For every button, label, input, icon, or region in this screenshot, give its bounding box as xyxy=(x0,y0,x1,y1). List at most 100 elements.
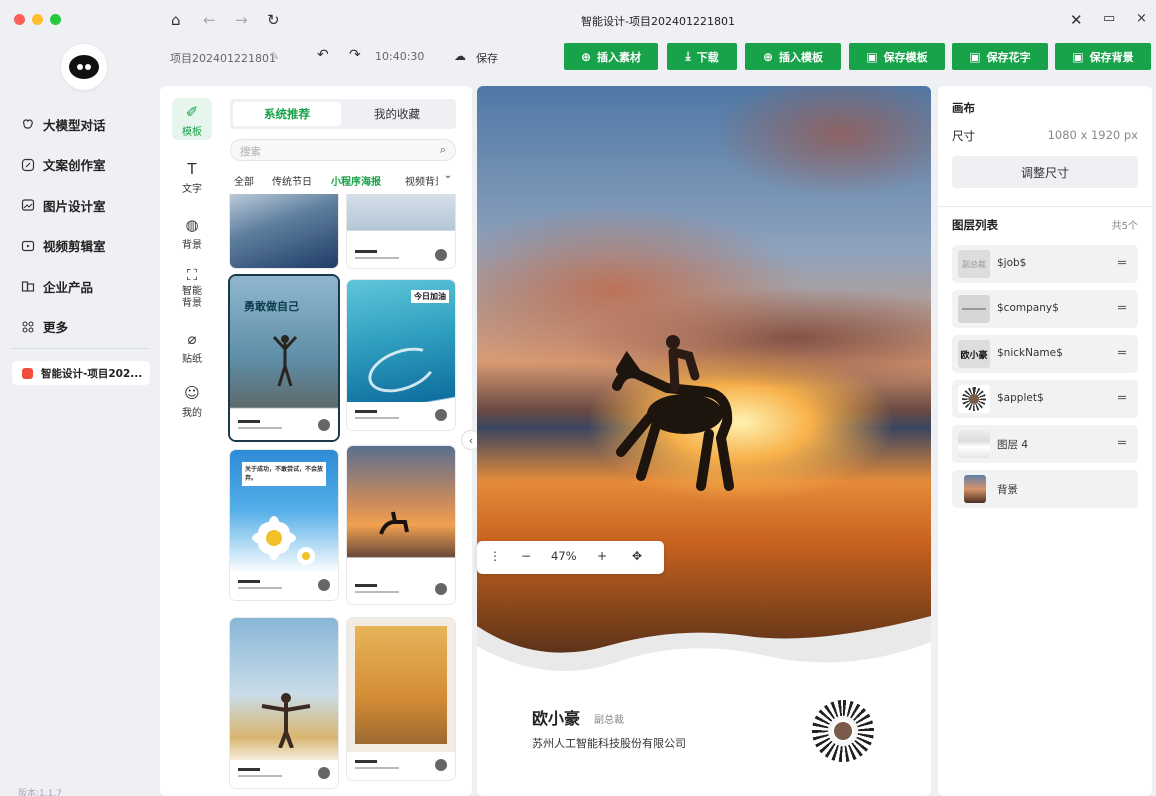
category-festival[interactable]: 传统节日 xyxy=(272,173,312,188)
rail-item-smart-background[interactable]: ⛶ 智能背景 xyxy=(172,266,212,310)
sidebar-item-more[interactable]: 更多 xyxy=(0,307,160,348)
layer-thumbnail xyxy=(958,295,990,323)
download-button[interactable]: ⤓ 下载 xyxy=(667,43,737,70)
smart-scan-icon: ⛶ xyxy=(186,266,198,284)
brain-icon xyxy=(20,116,36,132)
layer-name: $applet$ xyxy=(997,392,1044,404)
window-title: 智能设计-项目202401221801 xyxy=(581,15,735,28)
sidebar-item-label: 文案创作室 xyxy=(43,158,106,174)
horse-rider-silhouette xyxy=(612,335,734,491)
sidebar-item-products[interactable]: 企业产品 xyxy=(0,266,160,307)
close-window-button[interactable] xyxy=(14,14,25,25)
drag-handle-icon[interactable]: ═ xyxy=(1118,391,1126,406)
minimize-window-button[interactable] xyxy=(32,14,43,25)
category-miniprogram-poster[interactable]: 小程序海报 xyxy=(331,173,381,188)
sidebar-item-llm-chat[interactable]: 大模型对话 xyxy=(0,104,160,145)
drag-handle-icon[interactable]: ═ xyxy=(1118,436,1126,451)
template-grid: 勇敢做自己 今日加油 关于成功，不敢尝试，不会放弃。 xyxy=(228,194,472,796)
rail-item-sticker[interactable]: ⌀ 贴纸 xyxy=(172,330,212,365)
project-tab-label: 智能设计-项目202... xyxy=(41,367,143,380)
layer-name: 图层 4 xyxy=(997,439,1029,451)
window-mode-icon[interactable]: ▭ xyxy=(1103,11,1115,26)
template-card[interactable] xyxy=(230,194,338,268)
tools-icon[interactable]: ✕ xyxy=(1070,11,1083,29)
poster-company[interactable]: 苏州人工智能科技股份有限公司 xyxy=(532,735,686,751)
rail-item-background[interactable]: ◍ 背景 xyxy=(172,216,212,251)
sidebar-item-video-edit[interactable]: 视频剪辑室 xyxy=(0,226,160,267)
template-card[interactable]: 勇敢做自己 xyxy=(230,276,338,440)
title-bar: ⌂ ← → ↻ 智能设计-项目202401221801 ✕ ▭ × xyxy=(160,0,1156,38)
layer-item[interactable]: 背景 xyxy=(952,470,1138,508)
template-card[interactable]: 关于成功，不敢尝试，不会放弃。 xyxy=(230,450,338,600)
user-circle-icon: ☺ xyxy=(184,384,200,402)
sidebar-nav: 大模型对话 文案创作室 图片设计室 视频剪辑室 企业产品 更多 xyxy=(0,104,160,347)
drag-handle-icon[interactable]: ═ xyxy=(1118,346,1126,361)
design-canvas[interactable]: 欧小豪 副总裁 苏州人工智能科技股份有限公司 xyxy=(477,86,931,796)
layer-item[interactable]: 欧小豪 $nickName$ ═ xyxy=(952,335,1138,373)
template-card[interactable] xyxy=(347,618,455,780)
rename-pencil-icon[interactable]: ✎ xyxy=(270,50,279,63)
layer-name: $company$ xyxy=(997,302,1059,314)
zoom-controls: ⋮ − 47% + ✥ xyxy=(477,541,664,574)
maximize-window-button[interactable] xyxy=(50,14,61,25)
window-controls xyxy=(14,14,61,25)
template-card[interactable] xyxy=(347,446,455,604)
save-disk-icon: ▣ xyxy=(969,49,981,64)
poster-qr-code[interactable] xyxy=(812,700,874,762)
download-icon: ⤓ xyxy=(685,49,691,63)
tab-system-recommended[interactable]: 系统推荐 xyxy=(233,102,341,126)
sidebar-item-image-design[interactable]: 图片设计室 xyxy=(0,185,160,226)
sidebar-item-label: 更多 xyxy=(43,320,69,336)
tab-my-favorites[interactable]: 我的收藏 xyxy=(343,102,451,126)
rail-item-text[interactable]: T 文字 xyxy=(172,160,212,195)
save-template-button[interactable]: ▣ 保存模板 xyxy=(849,43,945,70)
template-card[interactable] xyxy=(347,194,455,268)
rail-item-mine[interactable]: ☺ 我的 xyxy=(172,384,212,419)
drag-handle-icon[interactable]: ═ xyxy=(1118,256,1126,271)
move-arrows-icon[interactable]: ✥ xyxy=(632,549,642,563)
category-filter: 全部 传统节日 小程序海报 视频背景 xyxy=(234,172,458,190)
props-divider xyxy=(938,206,1152,207)
poster-background-photo[interactable] xyxy=(477,86,931,686)
sidebar-item-copywriting[interactable]: 文案创作室 xyxy=(0,145,160,186)
redo-icon[interactable]: ↷ xyxy=(349,47,361,63)
zoom-level: 47% xyxy=(551,549,577,563)
template-panel: ✐ 模板 T 文字 ◍ 背景 ⛶ 智能背景 ⌀ 贴纸 ☺ 我的 系统推荐 我的收藏 搜索 xyxy=(160,86,472,796)
close-icon[interactable]: × xyxy=(1136,11,1147,26)
save-background-button[interactable]: ▣ 保存背景 xyxy=(1055,43,1151,70)
layer-item[interactable]: 副总裁 $job$ ═ xyxy=(952,245,1138,283)
resize-button[interactable]: 调整尺寸 xyxy=(952,156,1138,188)
save-button[interactable]: 保存 xyxy=(476,50,498,66)
insert-template-button[interactable]: ⊕ 插入模板 xyxy=(745,43,841,70)
project-name[interactable]: 项目202401221801 xyxy=(170,50,276,66)
template-search-input[interactable]: 搜索 ⌕ xyxy=(230,139,456,161)
sidebar-item-label: 大模型对话 xyxy=(43,117,106,133)
qr-avatar xyxy=(832,720,854,742)
category-all[interactable]: 全部 xyxy=(234,173,254,188)
sidebar-project-tab[interactable]: 智能设计-项目202... xyxy=(12,361,150,385)
template-card[interactable]: 今日加油 xyxy=(347,280,455,430)
save-text-art-button[interactable]: ▣ 保存花字 xyxy=(952,43,1048,70)
chevron-down-icon[interactable]: ⌄ xyxy=(438,170,458,188)
insert-material-button[interactable]: ⊕ 插入素材 xyxy=(564,43,658,70)
undo-icon[interactable]: ↶ xyxy=(317,47,329,63)
poster-nickname[interactable]: 欧小豪 xyxy=(532,705,580,729)
save-disk-icon: ▣ xyxy=(1072,49,1084,64)
sidebar-item-label: 视频剪辑室 xyxy=(43,239,106,255)
layer-item[interactable]: $company$ ═ xyxy=(952,290,1138,328)
more-vertical-icon[interactable]: ⋮ xyxy=(489,549,501,563)
template-card[interactable] xyxy=(230,618,338,788)
zoom-out-button[interactable]: − xyxy=(521,549,531,563)
last-saved-time: 10:40:30 xyxy=(375,50,425,63)
rail-item-template[interactable]: ✐ 模板 xyxy=(172,98,212,140)
layer-item[interactable]: 图层 4 ═ xyxy=(952,425,1138,463)
search-icon[interactable]: ⌕ xyxy=(440,143,446,157)
cloud-save-icon[interactable]: ☁ xyxy=(454,49,466,63)
poster-job-title[interactable]: 副总裁 xyxy=(594,711,624,726)
layer-name: 背景 xyxy=(997,484,1018,496)
app-logo[interactable] xyxy=(61,44,107,90)
layer-item[interactable]: $applet$ ═ xyxy=(952,380,1138,418)
drag-handle-icon[interactable]: ═ xyxy=(1118,301,1126,316)
zoom-in-button[interactable]: + xyxy=(597,549,607,563)
properties-panel: 画布 尺寸 1080 x 1920 px 调整尺寸 图层列表 共5个 副总裁 $… xyxy=(938,86,1152,796)
